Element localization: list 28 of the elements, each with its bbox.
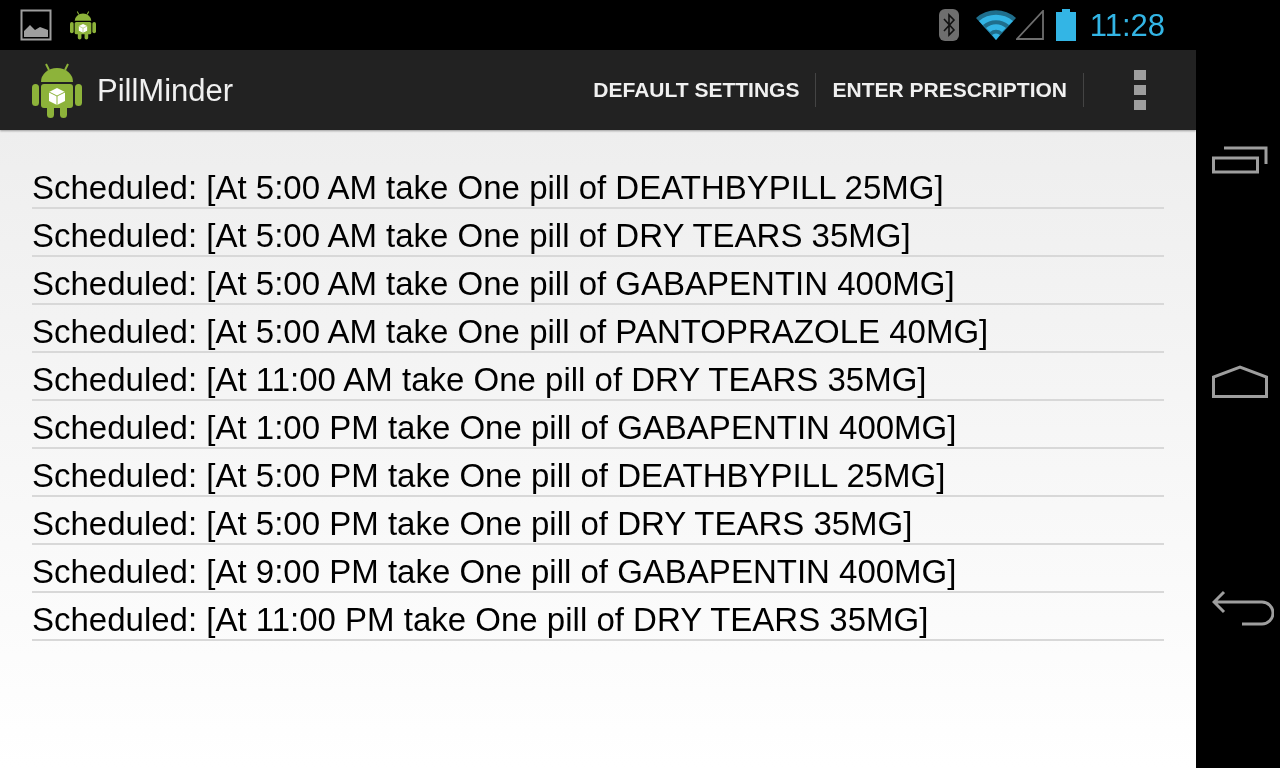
schedule-list-item[interactable]: Scheduled: [At 5:00 AM take One pill of DEATHBYPILL 25MG] (32, 161, 1164, 209)
schedule-list-item[interactable]: Scheduled: [At 5:00 AM take One pill of GABAPENTIN 400MG] (32, 257, 1164, 305)
bluetooth-icon (938, 9, 959, 41)
schedule-list-item[interactable]: Scheduled: [At 5:00 PM take One pill of DRY TEARS 35MG] (32, 497, 1164, 545)
schedule-list-item[interactable]: Scheduled: [At 11:00 PM take One pill of DRY TEARS 35MG] (32, 593, 1164, 641)
overflow-dots-icon (1134, 70, 1146, 110)
app-title: PillMinder (97, 74, 234, 106)
android-robot-icon (70, 10, 96, 40)
recent-apps-button[interactable] (1212, 144, 1268, 174)
schedule-list-item[interactable]: Scheduled: [At 9:00 PM take One pill of GABAPENTIN 400MG] (32, 545, 1164, 593)
action-button[interactable]: ENTER PRESCRIPTION (816, 50, 1083, 130)
schedule-list-item[interactable]: Scheduled: [At 11:00 AM take One pill of DRY TEARS 35MG] (32, 353, 1164, 401)
signal-icon (1015, 10, 1044, 40)
home-button[interactable] (1212, 365, 1268, 398)
image-icon (20, 9, 52, 41)
clock-time: 11:28 (1089, 9, 1165, 41)
back-button[interactable] (1212, 590, 1274, 626)
android-robot-icon (32, 62, 82, 118)
recent-apps-icon (1212, 144, 1268, 174)
schedule-list-item[interactable]: Scheduled: [At 5:00 PM take One pill of DEATHBYPILL 25MG] (32, 449, 1164, 497)
battery-icon (1055, 9, 1076, 41)
home-icon (1212, 365, 1268, 398)
action-button[interactable]: DEFAULT SETTINGS (577, 50, 816, 130)
back-arrow-icon (1212, 590, 1274, 626)
schedule-list-item[interactable]: Scheduled: [At 5:00 AM take One pill of PANTOPRAZOLE 40MG] (32, 305, 1164, 353)
schedule-list-item[interactable]: Scheduled: [At 1:00 PM take One pill of GABAPENTIN 400MG] (32, 401, 1164, 449)
schedule-list-item[interactable]: Scheduled: [At 5:00 AM take One pill of DRY TEARS 35MG] (32, 209, 1164, 257)
wifi-icon (975, 10, 1016, 40)
